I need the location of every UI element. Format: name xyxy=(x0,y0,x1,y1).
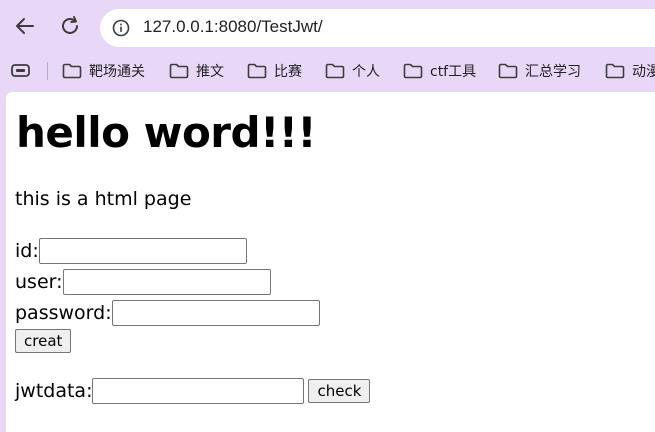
reload-icon xyxy=(62,16,78,34)
back-button[interactable] xyxy=(9,10,41,42)
user-label: user: xyxy=(15,271,63,293)
jwtdata-input[interactable] xyxy=(92,378,305,404)
bookmark-label: 推文 xyxy=(196,64,224,80)
tab-search-icon[interactable] xyxy=(10,61,32,81)
reload-button[interactable] xyxy=(54,10,86,42)
folder-icon xyxy=(403,63,423,79)
bookmark-folder-3[interactable]: 比赛 xyxy=(247,60,302,82)
page-content: hello word!!! this is a html page id: us… xyxy=(6,92,655,432)
bookmark-label: 汇总学习 xyxy=(525,64,581,80)
id-input[interactable] xyxy=(38,238,247,264)
back-arrow-icon xyxy=(16,18,34,34)
address-bar[interactable]: 127.0.0.1:8080/TestJwt/ xyxy=(100,9,655,47)
bookmark-label: ctf工具 xyxy=(430,64,477,80)
password-label: password: xyxy=(15,302,112,324)
creat-row: creat xyxy=(15,329,72,353)
folder-icon xyxy=(62,63,82,79)
id-label: id: xyxy=(15,240,39,262)
bookmark-folder-7[interactable]: 动漫 xyxy=(605,60,655,82)
bookmark-folder-5[interactable]: ctf工具 xyxy=(403,60,476,82)
user-input[interactable] xyxy=(62,269,271,295)
user-row: user: xyxy=(15,269,271,295)
site-info-icon[interactable] xyxy=(112,19,130,37)
bookmarks-bar: 靶场通关 推文 比赛 个人 ctf工具 汇总学习 动漫 xyxy=(0,56,655,86)
jwtdata-label: jwtdata: xyxy=(15,380,93,402)
url-text[interactable]: 127.0.0.1:8080/TestJwt/ xyxy=(143,17,323,37)
creat-button[interactable]: creat xyxy=(15,329,72,353)
check-button[interactable]: check xyxy=(308,379,371,403)
bookmark-folder-1[interactable]: 靶场通关 xyxy=(62,60,145,82)
bookmark-folder-6[interactable]: 汇总学习 xyxy=(498,60,581,82)
folder-icon xyxy=(498,63,518,79)
bookmark-folder-4[interactable]: 个人 xyxy=(325,60,380,82)
bookmark-label: 个人 xyxy=(352,64,380,80)
id-row: id: xyxy=(15,238,247,264)
page-heading: hello word!!! xyxy=(16,108,317,157)
folder-icon xyxy=(325,63,345,79)
folder-icon xyxy=(605,63,625,79)
password-input[interactable] xyxy=(111,300,320,326)
folder-icon xyxy=(169,63,189,79)
jwtdata-row: jwtdata: check xyxy=(15,378,371,404)
folder-icon xyxy=(247,63,267,79)
bookmark-label: 比赛 xyxy=(274,64,302,80)
bookmark-label: 动漫 xyxy=(632,64,655,80)
bookmark-label: 靶场通关 xyxy=(89,64,145,80)
password-row: password: xyxy=(15,300,320,326)
intro-text: this is a html page xyxy=(15,188,192,210)
bookmark-folder-2[interactable]: 推文 xyxy=(169,60,224,82)
bookmarks-divider xyxy=(47,62,48,80)
browser-toolbar: 127.0.0.1:8080/TestJwt/ xyxy=(0,0,655,56)
